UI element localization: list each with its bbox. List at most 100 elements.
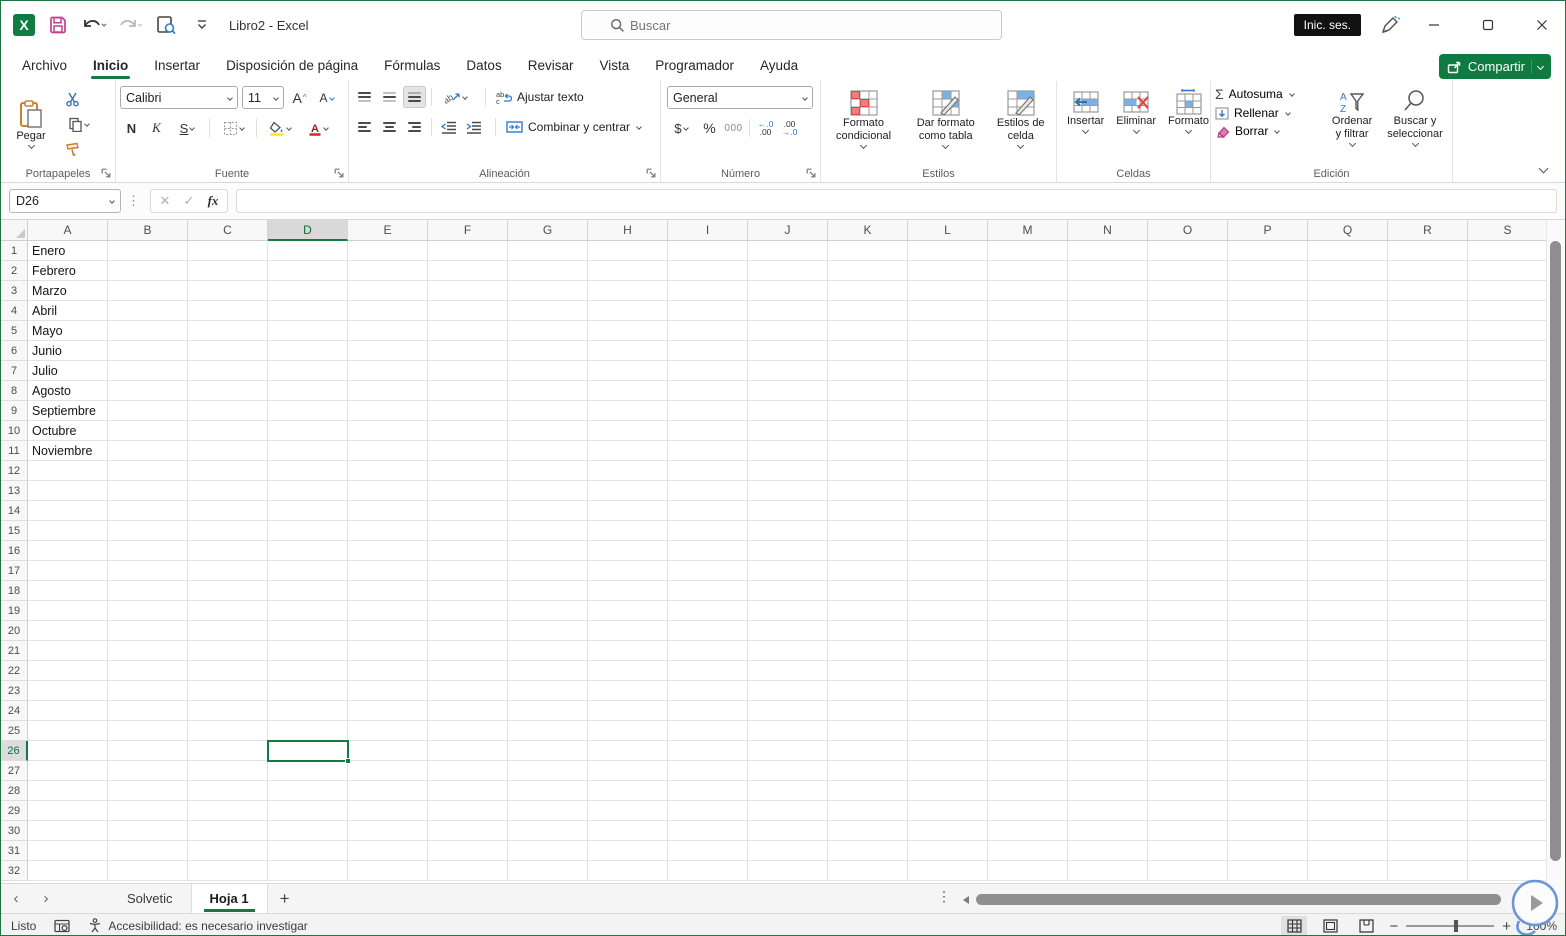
sort-filter-button[interactable]: AZ Ordenar y filtrar — [1322, 86, 1382, 149]
column-header-i[interactable]: I — [668, 220, 748, 241]
column-header-e[interactable]: E — [348, 220, 428, 241]
formula-input[interactable] — [236, 189, 1557, 213]
currency-chevron-icon[interactable] — [682, 125, 689, 131]
cell-a9[interactable]: Septiembre — [32, 401, 96, 421]
cell-a5[interactable]: Mayo — [32, 321, 63, 341]
column-header-n[interactable]: N — [1068, 220, 1148, 241]
wrap-text-button[interactable]: ab c Ajustar texto — [496, 90, 584, 105]
vertical-scrollbar-thumb[interactable] — [1550, 241, 1561, 861]
row-header-22[interactable]: 22 — [1, 661, 28, 681]
align-middle-button[interactable] — [378, 86, 401, 108]
conditional-formatting-chevron-icon[interactable] — [859, 141, 868, 150]
row-header-8[interactable]: 8 — [1, 381, 28, 401]
maximize-button[interactable] — [1465, 5, 1511, 45]
column-header-s[interactable]: S — [1468, 220, 1548, 241]
row-header-27[interactable]: 27 — [1, 761, 28, 781]
decrease-decimal-button[interactable]: .00 →.0 — [778, 117, 801, 139]
tabbar-grip[interactable]: ⋮ — [937, 888, 951, 905]
cell-a8[interactable]: Agosto — [32, 381, 71, 401]
alignment-dialog-launcher[interactable] — [645, 167, 657, 179]
insert-function-button[interactable]: fx — [201, 193, 225, 209]
row-header-9[interactable]: 9 — [1, 401, 28, 421]
row-header-3[interactable]: 3 — [1, 281, 28, 301]
font-color-chevron-icon[interactable] — [323, 125, 329, 131]
ribbon-tab-f-rmulas[interactable]: Fórmulas — [371, 52, 453, 81]
column-header-g[interactable]: G — [508, 220, 588, 241]
macro-record-button[interactable] — [54, 919, 71, 933]
sheet-tab-hoja-1[interactable]: Hoja 1 — [190, 883, 268, 914]
fill-color-chevron-icon[interactable] — [286, 125, 292, 131]
insert-cells-button[interactable]: Insertar — [1061, 86, 1110, 164]
number-dialog-launcher[interactable] — [805, 167, 817, 179]
select-all-corner[interactable] — [1, 220, 28, 241]
underline-button[interactable]: S — [170, 117, 204, 139]
new-sheet-button[interactable]: + — [268, 889, 302, 909]
clear-button[interactable]: Borrar — [1215, 124, 1322, 138]
format-cells-chevron-icon[interactable] — [1184, 126, 1193, 135]
row-header-23[interactable]: 23 — [1, 681, 28, 701]
minimize-button[interactable] — [1411, 5, 1457, 45]
cut-button[interactable] — [61, 88, 84, 110]
copy-chevron-icon[interactable] — [83, 121, 90, 127]
ribbon-tab-revisar[interactable]: Revisar — [515, 52, 587, 81]
ribbon-tab-datos[interactable]: Datos — [453, 52, 514, 81]
ribbon-tab-insertar[interactable]: Insertar — [141, 52, 213, 81]
undo-button[interactable] — [81, 12, 107, 38]
fill-color-button[interactable] — [262, 117, 298, 139]
excel-logo-icon[interactable]: X — [13, 14, 35, 36]
fill-button[interactable]: Rellenar — [1215, 106, 1322, 120]
ribbon-tab-programador[interactable]: Programador — [642, 52, 747, 81]
cancel-entry-button[interactable]: ✕ — [153, 193, 177, 209]
row-header-26[interactable]: 26 — [1, 741, 28, 761]
row-header-31[interactable]: 31 — [1, 841, 28, 861]
zoom-out-button[interactable]: − — [1389, 918, 1398, 935]
orientation-button[interactable]: ab — [437, 86, 475, 108]
borders-chevron-icon[interactable] — [238, 125, 245, 131]
row-header-4[interactable]: 4 — [1, 301, 28, 321]
find-select-button[interactable]: Buscar y seleccionar — [1382, 86, 1448, 149]
cells-area[interactable]: Enero Febrero Marzo Abril Mayo Junio Julio Agos… — [28, 241, 1548, 881]
row-header-7[interactable]: 7 — [1, 361, 28, 381]
fill-handle[interactable] — [345, 758, 351, 764]
sheet-tab-solvetic[interactable]: Solvetic — [109, 884, 191, 914]
page-break-view-button[interactable] — [1353, 916, 1379, 935]
formula-bar-grip[interactable]: ⋮ — [127, 193, 140, 209]
column-header-k[interactable]: K — [828, 220, 908, 241]
borders-button[interactable] — [215, 117, 251, 139]
find-select-chevron-icon[interactable] — [1411, 139, 1419, 148]
hscroll-left-icon[interactable] — [963, 896, 969, 904]
cell-a2[interactable]: Febrero — [32, 261, 76, 281]
editor-pen-button[interactable] — [1377, 12, 1403, 38]
autosum-button[interactable]: Σ Autosuma — [1215, 86, 1322, 102]
bold-button[interactable]: N — [120, 117, 143, 139]
row-header-30[interactable]: 30 — [1, 821, 28, 841]
row-header-11[interactable]: 11 — [1, 441, 28, 461]
row-header-28[interactable]: 28 — [1, 781, 28, 801]
row-header-19[interactable]: 19 — [1, 601, 28, 621]
conditional-formatting-button[interactable]: Formato condicional — [825, 86, 902, 164]
delete-cells-button[interactable]: Eliminar — [1110, 86, 1162, 164]
cell-a1[interactable]: Enero — [32, 241, 65, 261]
column-header-a[interactable]: A — [28, 220, 108, 241]
column-header-q[interactable]: Q — [1308, 220, 1388, 241]
collapse-ribbon-chevron-icon[interactable] — [1538, 163, 1549, 174]
fill-chevron-icon[interactable] — [1284, 110, 1291, 116]
column-header-p[interactable]: P — [1228, 220, 1308, 241]
ribbon-tab-vista[interactable]: Vista — [586, 52, 642, 81]
accessibility-status[interactable]: Accesibilidad: es necesario investigar — [88, 918, 308, 933]
ribbon-tab-ayuda[interactable]: Ayuda — [747, 52, 811, 81]
row-header-5[interactable]: 5 — [1, 321, 28, 341]
row-header-32[interactable]: 32 — [1, 861, 28, 881]
cell-a11[interactable]: Noviembre — [32, 441, 92, 461]
currency-button[interactable]: $ — [665, 117, 697, 139]
paste-button[interactable]: Pegar — [5, 97, 57, 151]
font-name-combo[interactable]: Calibri — [120, 86, 238, 109]
column-header-f[interactable]: F — [428, 220, 508, 241]
format-painter-button[interactable] — [61, 138, 84, 160]
page-layout-view-button[interactable] — [1317, 916, 1343, 935]
merge-chevron-icon[interactable] — [636, 124, 642, 130]
row-header-18[interactable]: 18 — [1, 581, 28, 601]
column-header-m[interactable]: M — [988, 220, 1068, 241]
cell-a10[interactable]: Octubre — [32, 421, 76, 441]
increase-decimal-button[interactable]: ←.0.00 — [754, 117, 777, 139]
